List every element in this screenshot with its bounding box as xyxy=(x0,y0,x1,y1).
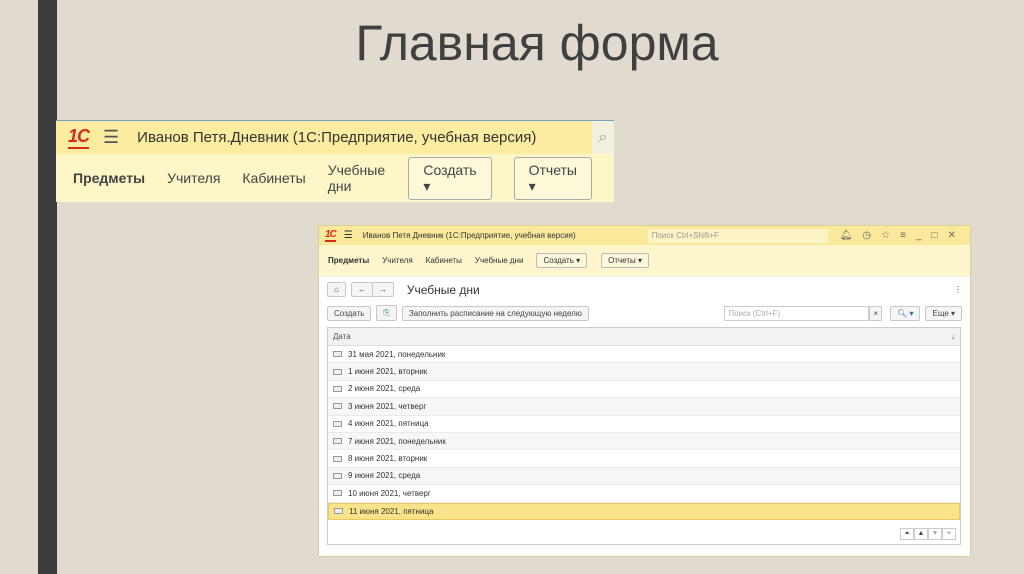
row-icon xyxy=(333,490,342,497)
row-icon xyxy=(333,403,342,410)
table-row[interactable]: 31 мая 2021, понедельник xyxy=(328,346,960,364)
scroll-last-icon[interactable]: ⏷ xyxy=(942,528,956,540)
row-icon xyxy=(333,351,342,358)
table-header: Дата ↓ xyxy=(328,328,960,346)
table-row[interactable]: 2 июня 2021, среда xyxy=(328,381,960,399)
row-icon xyxy=(333,472,342,479)
nav-rooms[interactable]: Кабинеты xyxy=(426,256,462,265)
slide-side-bar xyxy=(38,0,57,574)
table-row[interactable]: 7 июня 2021, понедельник xyxy=(328,432,960,451)
app-header: 1С ☰ Иванов Петя.Дневник (1С:Предприятие… xyxy=(56,121,614,154)
app-window: 1С ☰ Иванов Петя Дневник (1С:Предприятие… xyxy=(318,225,971,557)
table-row[interactable]: 8 июня 2021, вторник xyxy=(328,450,960,468)
minimize-icon[interactable]: _ xyxy=(916,230,922,241)
fill-schedule-button[interactable]: Заполнить расписание на следующую неделю xyxy=(401,305,589,321)
bell-icon[interactable]: 🔔︎ xyxy=(840,230,853,241)
section-nav: Предметы Учителя Кабинеты Учебные дни Со… xyxy=(56,154,614,202)
form-toolbar: Создать ⎘ Заполнить расписание на следую… xyxy=(327,305,962,321)
main-form-crop: 1С ☰ Иванов Петя.Дневник (1С:Предприятие… xyxy=(56,120,614,202)
row-icon xyxy=(333,420,342,427)
home-icon[interactable]: ⌂ xyxy=(327,282,346,297)
reports-button[interactable]: Отчеты ▾ xyxy=(513,156,592,200)
row-icon xyxy=(333,368,342,375)
nav-school-days[interactable]: Учебные дни xyxy=(328,162,387,194)
search-options-button[interactable]: 🔍︎ ▾ xyxy=(890,305,921,321)
row-date: 3 июня 2021, четверг xyxy=(348,401,427,411)
forward-icon[interactable]: → xyxy=(371,282,394,297)
1c-logo: 1С xyxy=(68,126,90,149)
nav-teachers[interactable]: Учителя xyxy=(167,170,220,186)
create-button[interactable]: Создать ▾ xyxy=(408,156,492,200)
global-search-input[interactable]: Поиск Ctrl+Shift+F xyxy=(647,228,828,243)
star-icon[interactable]: ☆ xyxy=(881,230,890,241)
nav-subjects[interactable]: Предметы xyxy=(73,170,145,186)
row-icon xyxy=(333,385,342,392)
row-date: 11 июня 2021, пятница xyxy=(349,506,434,516)
sort-icon[interactable]: ↓ xyxy=(951,332,955,341)
row-date: 4 июня 2021, пятница xyxy=(348,419,429,429)
row-date: 8 июня 2021, вторник xyxy=(348,454,428,464)
scroll-first-icon[interactable]: ⏶ xyxy=(900,528,914,540)
row-date: 1 июня 2021, вторник xyxy=(348,367,428,377)
history-icon[interactable]: ◷ xyxy=(862,230,871,241)
copy-icon[interactable]: ⎘ xyxy=(376,305,397,321)
more-actions-icon[interactable]: ⋮ xyxy=(954,285,962,294)
table-row[interactable]: 1 июня 2021, вторник xyxy=(328,363,960,381)
row-date: 31 мая 2021, понедельник xyxy=(348,349,446,359)
table-row[interactable]: 10 июня 2021, четверг xyxy=(328,485,960,503)
table-row[interactable]: 4 июня 2021, пятница xyxy=(328,416,960,433)
app-title: Иванов Петя.Дневник (1С:Предприятие, уче… xyxy=(137,129,537,146)
create-button[interactable]: Создать ▾ xyxy=(536,253,588,268)
menu-icon[interactable]: ☰ xyxy=(344,230,353,241)
back-icon[interactable]: ← xyxy=(350,282,373,297)
list-search-input[interactable]: Поиск (Ctrl+F) xyxy=(724,305,870,321)
reports-button[interactable]: Отчеты ▾ xyxy=(601,253,649,268)
nav-subjects[interactable]: Предметы xyxy=(328,256,369,265)
nav-school-days[interactable]: Учебные дни xyxy=(475,256,524,265)
scroll-buttons: ⏶ ▲ ▼ ⏷ xyxy=(900,528,956,540)
nav-rooms[interactable]: Кабинеты xyxy=(242,170,305,186)
form-title: Учебные дни xyxy=(406,282,480,297)
search-icon[interactable]: ⌕ xyxy=(592,121,614,154)
row-date: 2 июня 2021, среда xyxy=(348,384,421,394)
more-button[interactable]: Еще ▾ xyxy=(925,305,962,321)
scroll-up-icon[interactable]: ▲ xyxy=(914,528,928,540)
maximize-icon[interactable]: □ xyxy=(932,230,938,241)
row-date: 10 июня 2021, четверг xyxy=(348,488,431,498)
row-icon xyxy=(333,438,342,445)
row-date: 9 июня 2021, среда xyxy=(348,471,421,481)
scroll-down-icon[interactable]: ▼ xyxy=(928,528,942,540)
row-icon xyxy=(334,508,343,515)
window-header: 1С ☰ Иванов Петя Дневник (1С:Предприятие… xyxy=(319,226,970,245)
table-row[interactable]: 11 июня 2021, пятница xyxy=(328,502,960,520)
close-icon[interactable]: ✕ xyxy=(948,230,956,241)
school-days-table: Дата ↓ 31 мая 2021, понедельник 1 июня 20… xyxy=(327,327,961,545)
table-row[interactable]: 3 июня 2021, четверг xyxy=(328,398,960,416)
row-icon xyxy=(333,455,342,462)
form-header: ⌂ ← → Учебные дни ⋮ xyxy=(327,282,962,297)
clear-search-icon[interactable]: × xyxy=(869,305,883,321)
column-date[interactable]: Дата xyxy=(333,332,351,341)
section-nav: Предметы Учителя Кабинеты Учебные дни Со… xyxy=(319,245,970,277)
slide-title: Главная форма xyxy=(355,15,719,71)
create-item-button[interactable]: Создать xyxy=(327,305,372,321)
menu-icon[interactable]: ☰ xyxy=(103,127,119,148)
app-title: Иванов Петя Дневник (1С:Предприятие, уче… xyxy=(362,231,576,240)
nav-teachers[interactable]: Учителя xyxy=(382,256,412,265)
1c-logo: 1С xyxy=(325,229,337,242)
row-date: 7 июня 2021, понедельник xyxy=(348,436,446,446)
settings-icon[interactable]: ≡ xyxy=(900,230,906,241)
table-row[interactable]: 9 июня 2021, среда xyxy=(328,467,960,486)
